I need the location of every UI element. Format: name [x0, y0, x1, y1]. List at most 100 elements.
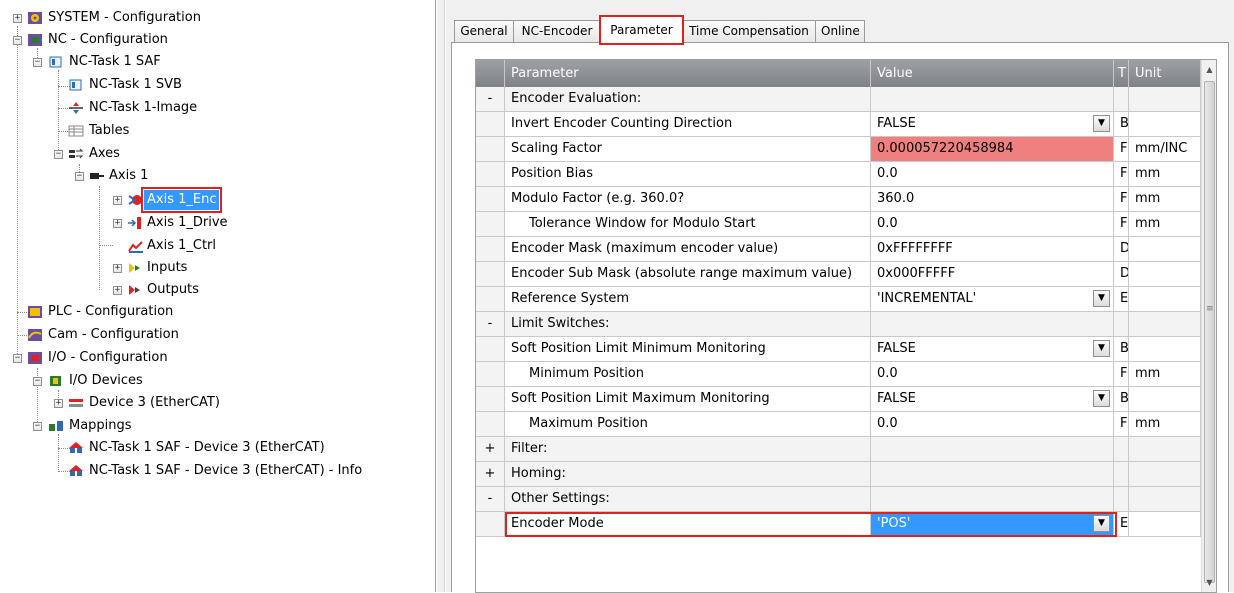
parameter-row[interactable]: Position Bias 0.0 Fmm: [476, 162, 1216, 187]
parameter-row[interactable]: Minimum Position 0.0 Fmm: [476, 362, 1216, 387]
tree-item-nc-configuration[interactable]: − NC - Configuration: [0, 30, 430, 50]
parameter-row[interactable]: Maximum Position 0.0 Fmm: [476, 412, 1216, 437]
collapse-icon[interactable]: −: [33, 422, 42, 431]
parameter-row[interactable]: Soft Position Limit Maximum Monitoring FA…: [476, 387, 1216, 412]
collapse-icon[interactable]: −: [75, 172, 84, 181]
tree-item-io-configuration[interactable]: − I/O - Configuration: [0, 348, 430, 368]
tab-online[interactable]: Online: [815, 20, 865, 42]
tree-item-axis-1-ctrl[interactable]: Axis 1_Ctrl: [0, 236, 430, 256]
dropdown-arrow-icon[interactable]: ▼: [1093, 340, 1110, 357]
vertical-scrollbar[interactable]: ▲ ≡ ▼: [1201, 60, 1216, 592]
value-field[interactable]: 0.0: [871, 412, 1114, 437]
value-field[interactable]: 360.0: [871, 187, 1114, 212]
parameter-row[interactable]: Encoder Mask (maximum encoder value) 0xFF…: [476, 237, 1216, 262]
value-field[interactable]: 0.0: [871, 362, 1114, 387]
unit-cell: [1129, 312, 1201, 337]
type-cell: D: [1114, 237, 1129, 262]
row-gutter: [476, 362, 505, 387]
column-header-unit[interactable]: Unit: [1129, 60, 1201, 87]
tree-item-nc-task-svb[interactable]: NC-Task 1 SVB: [0, 75, 430, 95]
tree-item-axis-1[interactable]: − Axis 1: [0, 166, 430, 186]
tab-general[interactable]: General: [454, 20, 514, 42]
section-toggle[interactable]: +: [476, 462, 505, 487]
solution-tree[interactable]: + SYSTEM - Configuration − NC - Configur…: [0, 0, 436, 592]
section-toggle[interactable]: -: [476, 487, 505, 512]
tree-item-outputs[interactable]: + Outputs: [0, 280, 430, 300]
tree-item-inputs[interactable]: + Inputs: [0, 258, 430, 278]
expand-icon[interactable]: +: [13, 14, 22, 23]
tree-item-io-devices[interactable]: − I/O Devices: [0, 371, 430, 391]
collapse-icon[interactable]: −: [13, 36, 22, 45]
parameter-row[interactable]: Encoder Mode 'POS' E ▼: [476, 512, 1216, 537]
dropdown-arrow-icon[interactable]: ▼: [1093, 515, 1110, 532]
type-cell: B: [1114, 337, 1129, 362]
tree-item-nc-task-saf[interactable]: − NC-Task 1 SAF: [0, 52, 430, 72]
scrollbar-thumb[interactable]: [1204, 81, 1215, 583]
pane-splitter[interactable]: [437, 0, 445, 592]
value-dropdown[interactable]: 'INCREMENTAL': [871, 287, 1114, 312]
parameter-row[interactable]: Tolerance Window for Modulo Start 0.0 Fmm: [476, 212, 1216, 237]
parameter-grid[interactable]: Parameter Value T Unit - Encoder Evaluati…: [475, 59, 1217, 593]
section-row[interactable]: - Limit Switches:: [476, 312, 1216, 337]
value-field[interactable]: 0.000057220458984: [871, 137, 1114, 162]
dropdown-arrow-icon[interactable]: ▼: [1093, 115, 1110, 132]
column-header-type[interactable]: T: [1114, 60, 1129, 87]
collapse-icon[interactable]: −: [13, 354, 22, 363]
section-toggle[interactable]: -: [476, 312, 505, 337]
unit-cell: mm: [1129, 162, 1201, 187]
tree-item-mapping-device-3-info[interactable]: NC-Task 1 SAF - Device 3 (EtherCAT) - In…: [0, 461, 430, 481]
collapse-icon[interactable]: −: [33, 377, 42, 386]
value-dropdown[interactable]: 'POS': [871, 512, 1114, 537]
collapse-icon[interactable]: −: [54, 150, 63, 159]
expand-icon[interactable]: +: [54, 399, 63, 408]
value-dropdown[interactable]: FALSE: [871, 112, 1114, 137]
expand-icon[interactable]: +: [113, 286, 122, 295]
parameter-row[interactable]: Scaling Factor 0.000057220458984 Fmm/INC: [476, 137, 1216, 162]
section-row[interactable]: + Filter:: [476, 437, 1216, 462]
type-cell: F: [1114, 162, 1129, 187]
type-cell: F: [1114, 187, 1129, 212]
tab-time-compensation[interactable]: Time Compensation: [682, 20, 816, 42]
value-dropdown[interactable]: FALSE: [871, 337, 1114, 362]
scroll-up-icon[interactable]: ▲: [1202, 61, 1216, 78]
parameter-row[interactable]: Modulo Factor (e.g. 360.0? 360.0 Fmm: [476, 187, 1216, 212]
tree-item-mapping-device-3[interactable]: NC-Task 1 SAF - Device 3 (EtherCAT): [0, 438, 430, 458]
value-field[interactable]: 0xFFFFFFFF: [871, 237, 1114, 262]
dropdown-arrow-icon[interactable]: ▼: [1093, 390, 1110, 407]
tab-nc-encoder[interactable]: NC-Encoder: [513, 20, 601, 42]
section-toggle[interactable]: +: [476, 437, 505, 462]
dropdown-arrow-icon[interactable]: ▼: [1093, 290, 1110, 307]
section-row[interactable]: + Homing:: [476, 462, 1216, 487]
section-toggle[interactable]: -: [476, 87, 505, 112]
parameter-row[interactable]: Reference System 'INCREMENTAL' E ▼: [476, 287, 1216, 312]
parameter-row[interactable]: Encoder Sub Mask (absolute range maximum…: [476, 262, 1216, 287]
row-gutter: [476, 412, 505, 437]
tree-item-system-configuration[interactable]: + SYSTEM - Configuration: [0, 8, 430, 28]
parameter-row[interactable]: Invert Encoder Counting Direction FALSE B ▼: [476, 112, 1216, 137]
section-row[interactable]: - Other Settings:: [476, 487, 1216, 512]
task-icon: [48, 55, 64, 69]
column-header-parameter[interactable]: Parameter: [505, 60, 871, 87]
column-header-value[interactable]: Value: [871, 60, 1114, 87]
tab-parameter[interactable]: Parameter: [599, 15, 684, 45]
tree-item-nc-task-image[interactable]: NC-Task 1-Image: [0, 98, 430, 118]
scroll-down-icon[interactable]: ▼: [1202, 574, 1216, 591]
expand-icon[interactable]: +: [113, 196, 122, 205]
expand-icon[interactable]: +: [113, 219, 122, 228]
tree-item-cam-configuration[interactable]: Cam - Configuration: [0, 325, 430, 345]
expand-icon[interactable]: +: [113, 264, 122, 273]
tree-item-plc-configuration[interactable]: PLC - Configuration: [0, 302, 430, 322]
tree-item-tables[interactable]: Tables: [0, 121, 430, 141]
value-field[interactable]: 0.0: [871, 212, 1114, 237]
value-dropdown[interactable]: FALSE: [871, 387, 1114, 412]
tree-item-device-3-ethercat[interactable]: + Device 3 (EtherCAT): [0, 393, 430, 413]
value-field[interactable]: 0x000FFFFF: [871, 262, 1114, 287]
tree-item-axis-1-drive[interactable]: + Axis 1_Drive: [0, 213, 430, 233]
tree-item-mappings[interactable]: − Mappings: [0, 416, 430, 436]
parameter-row[interactable]: Soft Position Limit Minimum Monitoring FA…: [476, 337, 1216, 362]
tree-item-axis-1-enc[interactable]: + Axis 1_Enc: [0, 187, 430, 213]
value-field[interactable]: 0.0: [871, 162, 1114, 187]
tree-item-axes[interactable]: − Axes: [0, 144, 430, 164]
collapse-icon[interactable]: −: [33, 58, 42, 67]
section-row[interactable]: - Encoder Evaluation:: [476, 87, 1216, 112]
